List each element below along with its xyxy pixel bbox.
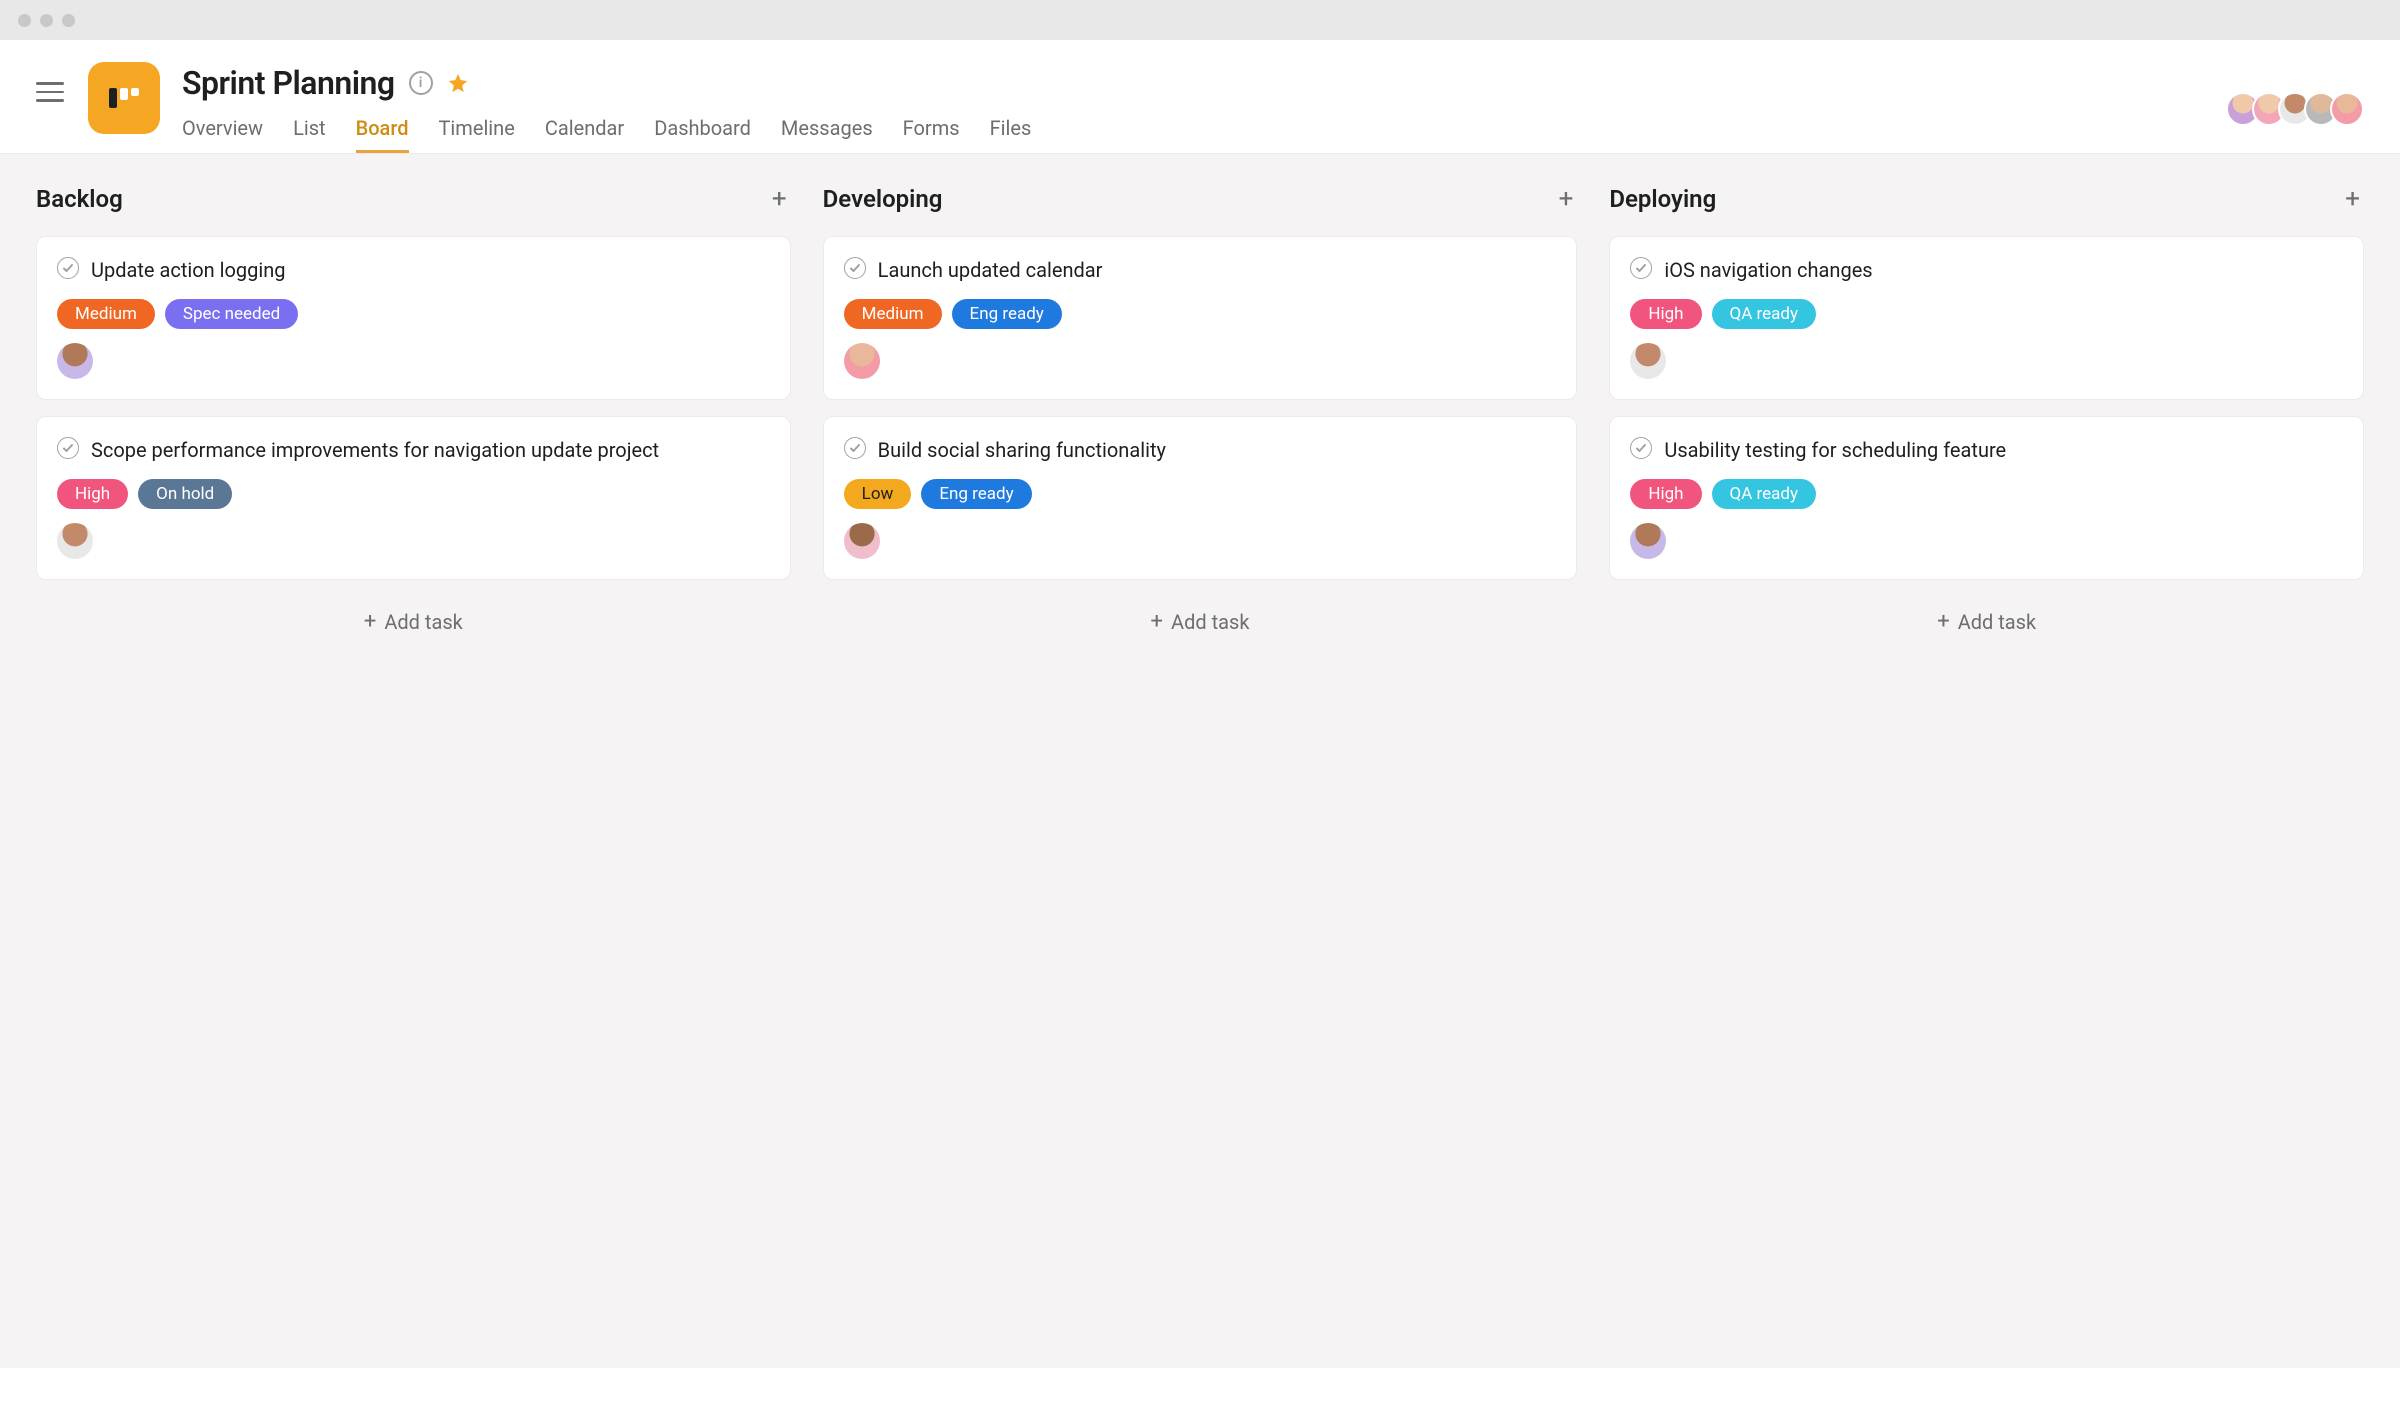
complete-task-checkbox[interactable] [57,257,79,279]
menu-button[interactable] [36,78,64,106]
member-avatar[interactable] [2330,92,2364,126]
complete-task-checkbox[interactable] [57,437,79,459]
project-info-button[interactable]: i [409,71,433,95]
traffic-light-dot [40,14,53,27]
project-tabs: Overview List Board Timeline Calendar Dashboa… [182,116,1031,153]
complete-task-checkbox[interactable] [1630,257,1652,279]
task-tags: Medium Spec needed [57,299,770,329]
tag-high[interactable]: High [1630,299,1701,329]
column-deploying: Deploying + iOS navigation changes High QA r… [1609,182,2364,1308]
plus-icon: + [364,611,376,633]
tab-board[interactable]: Board [356,116,409,153]
column-title: Deploying [1609,185,1716,213]
add-task-label: Add task [1958,610,2036,634]
task-card[interactable]: Update action logging Medium Spec needed [36,236,791,400]
task-title: Usability testing for scheduling feature [1664,435,2006,465]
task-tags: High On hold [57,479,770,509]
tag-low[interactable]: Low [844,479,912,509]
tag-medium[interactable]: Medium [844,299,942,329]
add-task-label: Add task [384,610,462,634]
tag-qa-ready[interactable]: QA ready [1712,299,1817,329]
add-card-button[interactable]: + [2341,182,2364,216]
project-title: Sprint Planning [182,64,395,102]
assignee-avatar[interactable] [844,343,880,379]
traffic-light-dot [62,14,75,27]
task-card[interactable]: Build social sharing functionality Low Eng… [823,416,1578,580]
column-header: Deploying + [1609,182,2364,216]
column-backlog: Backlog + Update action logging Medium Spec … [36,182,791,1308]
plus-icon: + [1937,611,1949,633]
tag-eng-ready[interactable]: Eng ready [952,299,1062,329]
tab-timeline[interactable]: Timeline [439,116,515,153]
complete-task-checkbox[interactable] [1630,437,1652,459]
add-task-label: Add task [1171,610,1249,634]
assignee-avatar[interactable] [57,523,93,559]
task-card[interactable]: Scope performance improvements for navig… [36,416,791,580]
tab-messages[interactable]: Messages [781,116,873,153]
task-card[interactable]: Launch updated calendar Medium Eng ready [823,236,1578,400]
star-icon [447,72,469,94]
project-members[interactable] [2226,58,2364,126]
add-card-button[interactable]: + [1555,182,1578,216]
task-title: Build social sharing functionality [878,435,1166,465]
assignee-avatar[interactable] [1630,343,1666,379]
board-icon [104,78,144,118]
tab-forms[interactable]: Forms [903,116,960,153]
tag-spec-needed[interactable]: Spec needed [165,299,298,329]
favorite-star-button[interactable] [447,72,469,94]
task-tags: Medium Eng ready [844,299,1557,329]
traffic-light-dot [18,14,31,27]
complete-task-checkbox[interactable] [844,437,866,459]
add-task-button[interactable]: + Add task [36,596,791,648]
task-title: iOS navigation changes [1664,255,1872,285]
column-developing: Developing + Launch updated calendar Medium… [823,182,1578,1308]
assignee-avatar[interactable] [57,343,93,379]
project-icon [88,62,160,134]
tag-medium[interactable]: Medium [57,299,155,329]
task-card[interactable]: Usability testing for scheduling feature… [1609,416,2364,580]
task-title: Launch updated calendar [878,255,1103,285]
column-title: Developing [823,185,943,213]
task-tags: High QA ready [1630,299,2343,329]
tab-list[interactable]: List [293,116,326,153]
complete-task-checkbox[interactable] [844,257,866,279]
task-tags: High QA ready [1630,479,2343,509]
plus-icon: + [1151,611,1163,633]
kanban-board: Backlog + Update action logging Medium Spec … [0,153,2400,1368]
tab-files[interactable]: Files [990,116,1032,153]
tag-high[interactable]: High [57,479,128,509]
tab-dashboard[interactable]: Dashboard [654,116,751,153]
assignee-avatar[interactable] [844,523,880,559]
tag-high[interactable]: High [1630,479,1701,509]
tab-calendar[interactable]: Calendar [545,116,624,153]
task-title: Update action logging [91,255,286,285]
add-task-button[interactable]: + Add task [823,596,1578,648]
tab-overview[interactable]: Overview [182,116,263,153]
window-chrome [0,0,2400,40]
task-tags: Low Eng ready [844,479,1557,509]
tag-on-hold[interactable]: On hold [138,479,232,509]
column-header: Developing + [823,182,1578,216]
add-card-button[interactable]: + [768,182,791,216]
column-title: Backlog [36,185,123,213]
tag-qa-ready[interactable]: QA ready [1712,479,1817,509]
add-task-button[interactable]: + Add task [1609,596,2364,648]
project-header: Sprint Planning i Overview List Board Timel… [0,40,2400,153]
tag-eng-ready[interactable]: Eng ready [921,479,1031,509]
task-card[interactable]: iOS navigation changes High QA ready [1609,236,2364,400]
column-header: Backlog + [36,182,791,216]
task-title: Scope performance improvements for navig… [91,435,659,465]
assignee-avatar[interactable] [1630,523,1666,559]
